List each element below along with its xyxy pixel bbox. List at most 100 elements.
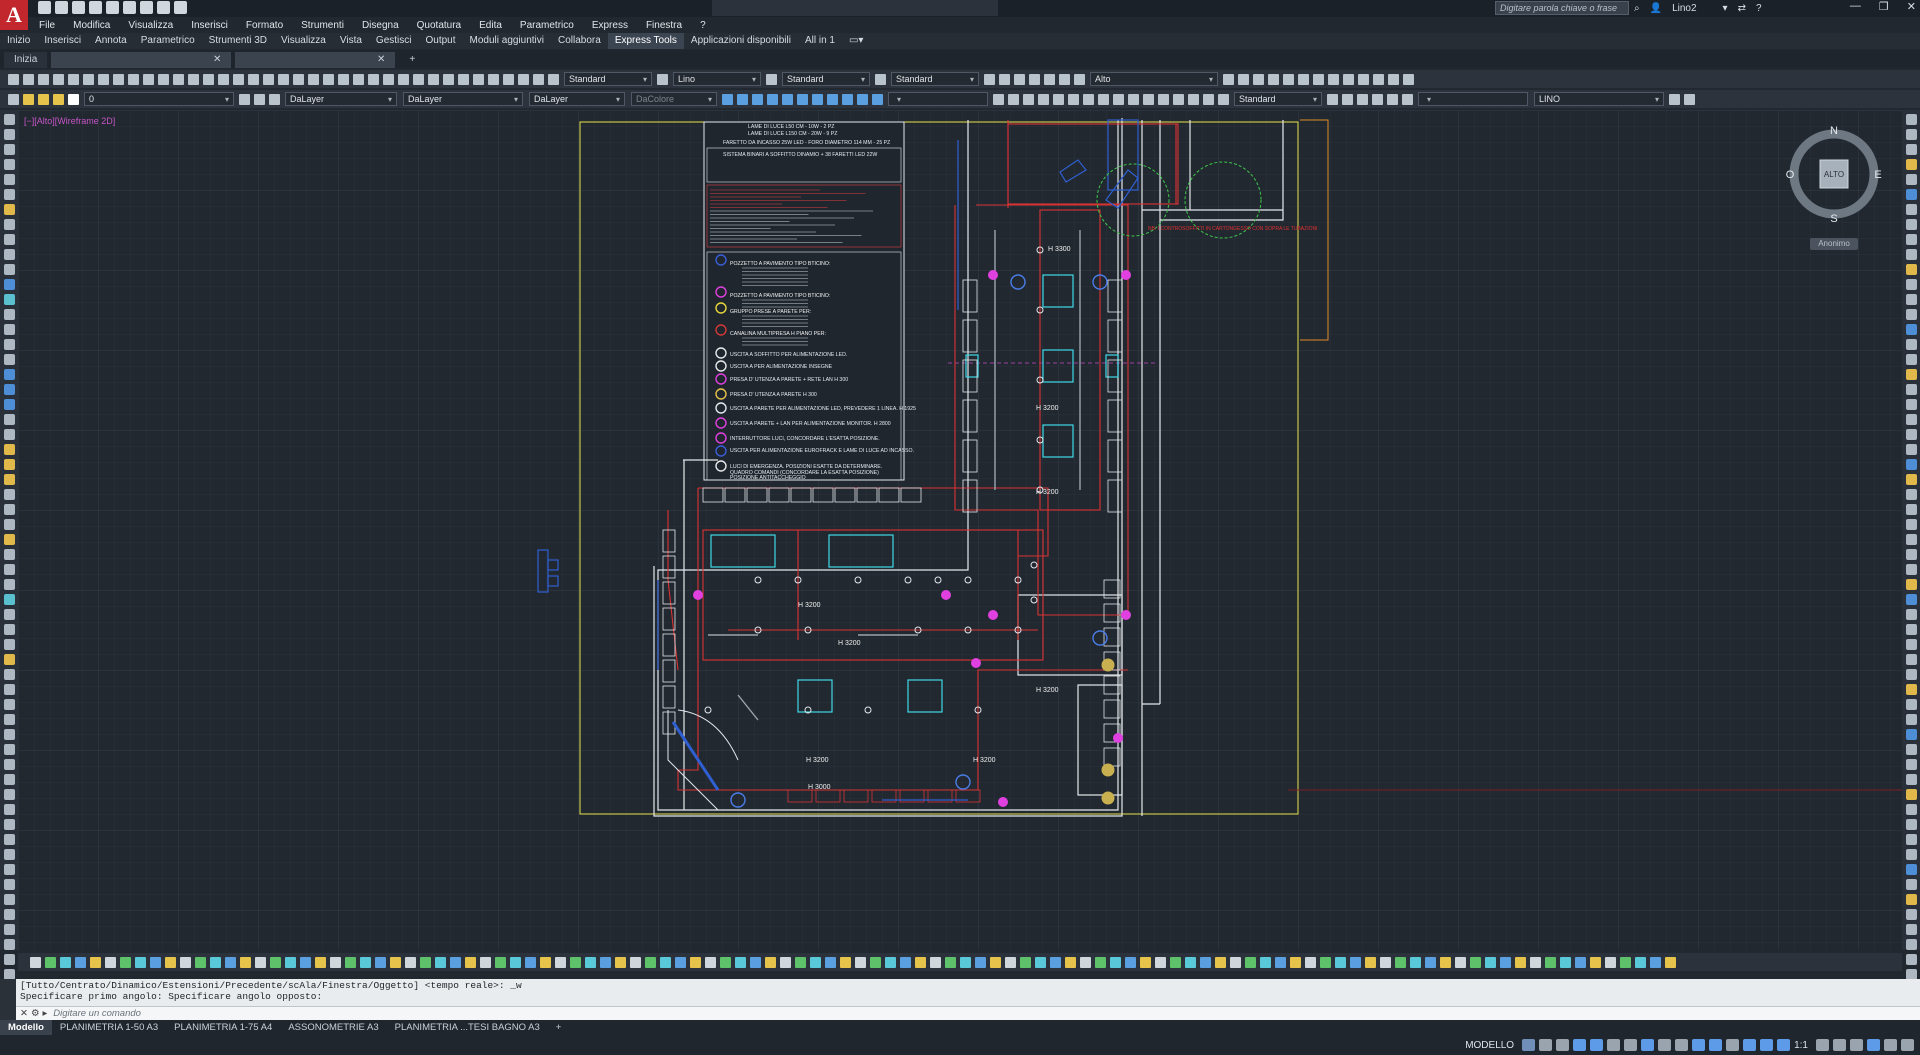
grid-icon[interactable] bbox=[1522, 1039, 1536, 1051]
ribbon-tab[interactable]: Visualizza bbox=[274, 33, 333, 49]
toolbar-icon[interactable] bbox=[660, 956, 671, 968]
toolbar-icon[interactable] bbox=[1335, 956, 1346, 968]
modify-tool-icon[interactable] bbox=[1905, 189, 1917, 200]
toolbar-icon[interactable] bbox=[570, 956, 581, 968]
toolbar-icon[interactable] bbox=[1080, 956, 1091, 968]
color-select[interactable]: DaLayer bbox=[285, 92, 397, 106]
menu-item[interactable]: Visualizza bbox=[119, 20, 182, 31]
toolbar-icon[interactable] bbox=[885, 956, 896, 968]
draw-tool-icon[interactable] bbox=[3, 384, 15, 395]
zoom-realtime-icon[interactable] bbox=[248, 73, 259, 85]
toolbar-icon[interactable] bbox=[495, 956, 506, 968]
tab-start[interactable]: Inizia bbox=[4, 52, 48, 68]
draw-tool-icon[interactable] bbox=[3, 789, 15, 800]
view-icon[interactable] bbox=[1029, 73, 1040, 85]
toolbar-icon[interactable] bbox=[1365, 956, 1376, 968]
toolbar-icon[interactable] bbox=[540, 956, 551, 968]
dim-continue-icon[interactable] bbox=[1343, 73, 1354, 85]
modify-tool-icon[interactable] bbox=[1905, 264, 1917, 275]
toolbar-icon[interactable] bbox=[1020, 956, 1031, 968]
layer-manager-icon[interactable] bbox=[8, 93, 19, 105]
polar-icon[interactable] bbox=[1573, 1039, 1587, 1051]
layer-previous-icon[interactable] bbox=[254, 93, 265, 105]
toolbar-icon[interactable] bbox=[870, 956, 881, 968]
toolbar-icon[interactable] bbox=[630, 956, 641, 968]
lineweight-icon[interactable] bbox=[1641, 1039, 1655, 1051]
gizmo-icon[interactable] bbox=[1743, 1039, 1757, 1051]
toolbar-icon[interactable] bbox=[915, 956, 926, 968]
zoom-icon[interactable] bbox=[1143, 93, 1154, 105]
modify-tool-icon[interactable] bbox=[1905, 159, 1917, 170]
draw-tool-icon[interactable] bbox=[3, 339, 15, 350]
pan-icon[interactable] bbox=[233, 73, 244, 85]
color-swatch-icon[interactable] bbox=[68, 93, 79, 105]
modify-tool-icon[interactable] bbox=[1905, 684, 1917, 695]
publish-icon[interactable] bbox=[98, 73, 109, 85]
hardware-acceleration-icon[interactable] bbox=[1867, 1039, 1880, 1051]
toolbar-icon[interactable] bbox=[255, 956, 266, 968]
zoom-icon[interactable] bbox=[1173, 93, 1184, 105]
prompt-icon[interactable]: ▸ bbox=[43, 1008, 48, 1019]
modify-tool-icon[interactable] bbox=[1905, 654, 1917, 665]
modify-tool-icon[interactable] bbox=[1905, 144, 1917, 155]
toolbar-icon[interactable] bbox=[345, 956, 356, 968]
redo-icon[interactable] bbox=[473, 73, 484, 85]
modify-tool-icon[interactable] bbox=[1905, 129, 1917, 140]
toolbar-icon[interactable] bbox=[450, 956, 461, 968]
save-icon[interactable] bbox=[72, 1, 85, 14]
view-icon[interactable] bbox=[984, 73, 995, 85]
save-as-icon[interactable] bbox=[89, 1, 102, 14]
toolbar-icon[interactable] bbox=[750, 956, 761, 968]
menu-item[interactable]: Inserisci bbox=[182, 20, 237, 31]
draw-tool-icon[interactable] bbox=[3, 939, 15, 950]
zoom-icon[interactable] bbox=[1008, 93, 1019, 105]
dim-angular-icon[interactable] bbox=[1313, 73, 1324, 85]
dim-edit-icon[interactable] bbox=[1388, 73, 1399, 85]
shade-icon[interactable] bbox=[752, 93, 763, 105]
draw-tool-icon[interactable] bbox=[3, 399, 15, 410]
toolbar-icon[interactable] bbox=[285, 956, 296, 968]
modify-tool-icon[interactable] bbox=[1905, 534, 1917, 545]
modify-tool-icon[interactable] bbox=[1905, 714, 1917, 725]
toolbar-icon[interactable] bbox=[990, 956, 1001, 968]
model-space-label[interactable]: MODELLO bbox=[1465, 1040, 1514, 1051]
dim-diameter-icon[interactable] bbox=[1298, 73, 1309, 85]
draw-tool-icon[interactable] bbox=[3, 249, 15, 260]
command-line-handle[interactable] bbox=[0, 979, 16, 1020]
toolbar-icon[interactable] bbox=[1560, 956, 1571, 968]
viewport-controls[interactable]: [−][Alto][Wireframe 2D] bbox=[24, 116, 115, 126]
toolbar-icon[interactable] bbox=[600, 956, 611, 968]
wrench-icon[interactable]: ⚙ bbox=[31, 1008, 40, 1019]
layer-icon[interactable] bbox=[398, 73, 409, 85]
workspace-dropdown-icon[interactable] bbox=[174, 1, 187, 14]
modify-tool-icon[interactable] bbox=[1905, 459, 1917, 470]
save-icon[interactable] bbox=[38, 73, 49, 85]
toolbar-icon[interactable] bbox=[1395, 956, 1406, 968]
toolbar-icon[interactable] bbox=[1635, 956, 1646, 968]
menu-item[interactable]: ? bbox=[691, 20, 715, 31]
toolbar-icon[interactable] bbox=[180, 956, 191, 968]
draw-tool-icon[interactable] bbox=[3, 474, 15, 485]
draw-tool-icon[interactable] bbox=[3, 594, 15, 605]
draw-tool-icon[interactable] bbox=[3, 189, 15, 200]
transparency-icon[interactable] bbox=[1658, 1039, 1672, 1051]
draw-tool-icon[interactable] bbox=[3, 489, 15, 500]
undo-icon[interactable] bbox=[123, 1, 136, 14]
exchange-icon[interactable]: ⇄ bbox=[1738, 3, 1746, 14]
dim-update-icon[interactable] bbox=[1403, 73, 1414, 85]
modify-tool-icon[interactable] bbox=[1905, 729, 1917, 740]
layout-tab[interactable]: + bbox=[548, 1020, 570, 1035]
layer-state-icon[interactable] bbox=[269, 93, 280, 105]
close-icon[interactable]: ✕ bbox=[20, 1008, 28, 1019]
paste-icon[interactable] bbox=[158, 73, 169, 85]
modify-tool-icon[interactable] bbox=[1905, 174, 1917, 185]
toolbar-icon[interactable] bbox=[825, 956, 836, 968]
toolbar-icon[interactable] bbox=[1575, 956, 1586, 968]
orbit-icon[interactable] bbox=[1342, 93, 1353, 105]
toolbar-icon[interactable] bbox=[300, 956, 311, 968]
modify-tool-icon[interactable] bbox=[1905, 114, 1917, 125]
command-input[interactable]: ✕ ⚙ ▸ Digitare un comando bbox=[16, 1006, 1920, 1020]
ribbon-tab[interactable]: Annota bbox=[88, 33, 134, 49]
compass-east[interactable]: E bbox=[1874, 169, 1881, 181]
modify-tool-icon[interactable] bbox=[1905, 564, 1917, 575]
